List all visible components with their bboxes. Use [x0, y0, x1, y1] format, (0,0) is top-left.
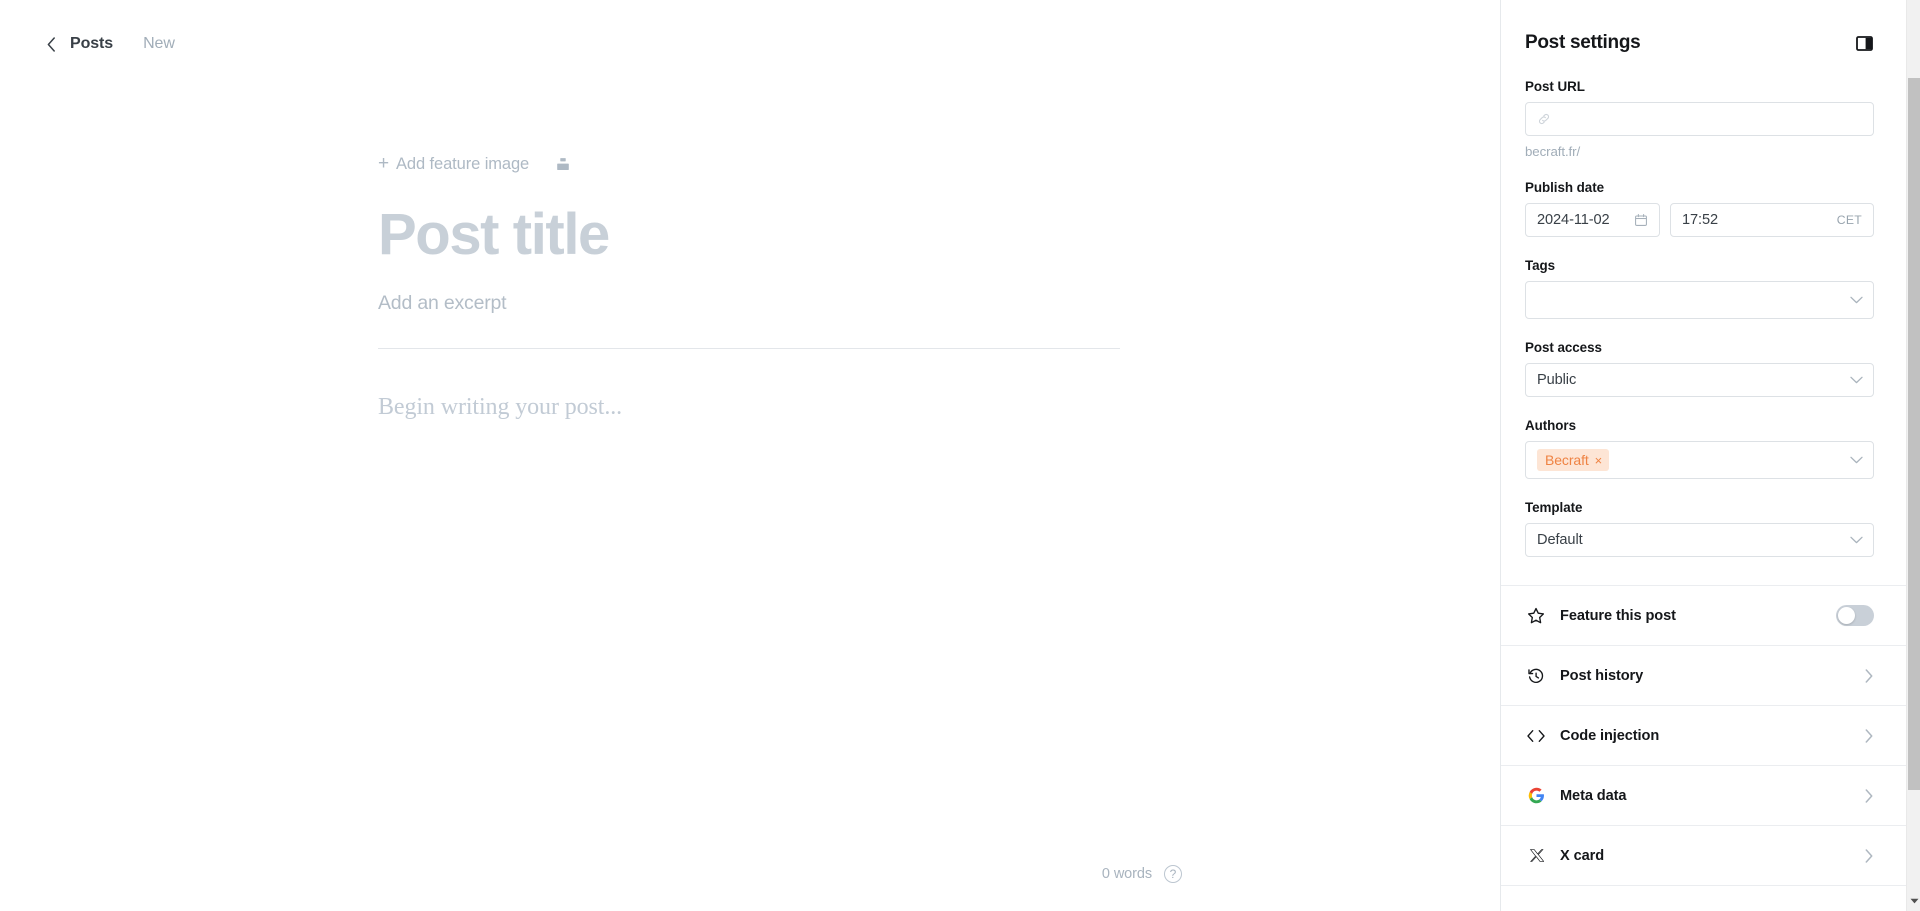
publish-date-value: 2024-11-02	[1537, 212, 1610, 228]
chevron-right-icon	[1865, 848, 1874, 863]
google-icon	[1525, 785, 1547, 807]
post-url-input[interactable]	[1525, 102, 1874, 136]
authors-label: Authors	[1525, 418, 1576, 433]
add-feature-image-label: Add feature image	[396, 154, 530, 173]
sidebar-row-label: Feature this post	[1560, 607, 1676, 624]
post-settings-sidebar: Post settings Post URL becraft.fr/ Publi…	[1500, 0, 1920, 911]
sidebar-form: Post URL becraft.fr/ Publish date 2024-1…	[1501, 58, 1906, 585]
breadcrumb: Posts New	[40, 33, 175, 55]
author-chip-name: Becraft	[1545, 452, 1589, 468]
remove-author-icon[interactable]: ×	[1595, 454, 1603, 467]
authors-select[interactable]: Becraft ×	[1525, 441, 1874, 479]
page-title: Post settings	[1525, 32, 1641, 53]
scroll-down-arrow-icon[interactable]	[1907, 894, 1920, 908]
post-access-select[interactable]: Public	[1525, 363, 1874, 397]
excerpt-input[interactable]: Add an excerpt	[378, 290, 1120, 317]
post-title-input[interactable]: Post title	[378, 204, 1120, 266]
add-feature-image-button[interactable]: + Add feature image	[378, 152, 530, 174]
sidebar-row-label: Code injection	[1560, 727, 1660, 744]
sidebar-scrollbar[interactable]	[1906, 0, 1920, 911]
publish-date-input[interactable]: 2024-11-02	[1525, 203, 1660, 237]
author-chip: Becraft ×	[1537, 449, 1610, 471]
chevron-down-icon	[1850, 536, 1863, 544]
x-logo-icon	[1525, 845, 1547, 867]
code-icon	[1525, 725, 1547, 747]
post-access-value: Public	[1537, 372, 1577, 388]
star-icon	[1525, 605, 1547, 627]
field-tags: Tags	[1525, 258, 1874, 319]
field-authors: Authors Becraft ×	[1525, 418, 1874, 479]
field-post-url: Post URL becraft.fr/	[1525, 79, 1874, 159]
plus-icon: +	[378, 152, 389, 174]
chevron-right-icon	[1865, 788, 1874, 803]
chevron-down-icon	[1850, 456, 1863, 464]
chevron-down-icon	[1850, 376, 1863, 384]
history-icon	[1525, 665, 1547, 687]
chevron-right-icon	[1865, 668, 1874, 683]
document-area: + Add feature image Post title Add an ex…	[378, 0, 1120, 421]
scrollbar-thumb[interactable]	[1908, 78, 1920, 790]
chevron-right-icon	[1865, 728, 1874, 743]
template-label: Template	[1525, 500, 1583, 515]
unsplash-icon[interactable]	[553, 154, 573, 174]
feature-image-row: + Add feature image	[378, 152, 1120, 176]
publish-date-label: Publish date	[1525, 180, 1605, 195]
sidebar-toggle-icon[interactable]	[1854, 33, 1874, 53]
sidebar-row-label: Meta data	[1560, 787, 1627, 804]
post-url-helper: becraft.fr/	[1525, 144, 1581, 159]
link-icon	[1537, 112, 1551, 126]
publish-time-value: 17:52	[1682, 212, 1719, 228]
sidebar-row-code-injection[interactable]: Code injection	[1501, 706, 1906, 766]
sidebar-row-x-card[interactable]: X card	[1501, 826, 1906, 886]
field-post-access: Post access Public	[1525, 340, 1874, 397]
sidebar-header: Post settings	[1501, 0, 1906, 58]
sidebar-scroll-region: Post settings Post URL becraft.fr/ Publi…	[1501, 0, 1906, 911]
help-icon[interactable]: ?	[1164, 865, 1182, 883]
field-template: Template Default	[1525, 500, 1874, 557]
sidebar-row-post-history[interactable]: Post history	[1501, 646, 1906, 706]
publish-time-input[interactable]: 17:52 CET	[1670, 203, 1874, 237]
excerpt-divider	[378, 347, 1120, 349]
breadcrumb-current: New	[143, 35, 175, 52]
post-body-editor[interactable]: Begin writing your post...	[378, 394, 1120, 421]
word-count-area: 0 words ?	[1102, 865, 1182, 883]
editor-pane: Posts New + Add feature image Post title…	[0, 0, 1500, 911]
post-access-label: Post access	[1525, 340, 1602, 355]
breadcrumb-posts-link[interactable]: Posts	[70, 35, 113, 53]
template-select[interactable]: Default	[1525, 523, 1874, 557]
tags-select[interactable]	[1525, 281, 1874, 319]
chevron-left-icon[interactable]	[40, 33, 62, 55]
publish-date-row: 2024-11-02 17:52 CET	[1525, 203, 1874, 237]
feature-post-toggle[interactable]	[1836, 605, 1874, 626]
sidebar-row-label: X card	[1560, 847, 1605, 864]
toggle-knob	[1838, 607, 1855, 624]
sidebar-row-meta-data[interactable]: Meta data	[1501, 766, 1906, 826]
tags-label: Tags	[1525, 258, 1556, 273]
post-url-label: Post URL	[1525, 79, 1585, 94]
sidebar-row-feature-this-post[interactable]: Feature this post	[1501, 586, 1906, 646]
chevron-down-icon	[1850, 296, 1863, 304]
ghost-post-editor: Posts New + Add feature image Post title…	[0, 0, 1920, 911]
sidebar-row-label: Post history	[1560, 667, 1644, 684]
field-publish-date: Publish date 2024-11-02 17:52 CET	[1525, 180, 1874, 237]
timezone-label: CET	[1836, 213, 1862, 227]
template-value: Default	[1537, 532, 1583, 548]
calendar-icon[interactable]	[1634, 213, 1648, 227]
word-count-label: 0 words	[1101, 866, 1152, 882]
